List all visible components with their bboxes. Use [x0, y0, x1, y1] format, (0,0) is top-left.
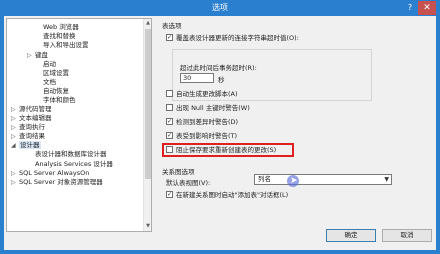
- ok-button[interactable]: 确定: [326, 229, 376, 242]
- tree-item-label: 启动: [43, 60, 56, 68]
- title-bar: 选项 ? ✕: [0, 0, 440, 16]
- tree-item-label: 查询执行: [19, 123, 45, 131]
- warn-tables-affected-label: 表受到影响时警告(T): [176, 132, 238, 140]
- auto-generate-label: 自动生成更改脚本(A): [176, 90, 238, 98]
- warn-tables-affected-option[interactable]: ✓ 表受到影响时警告(T): [166, 131, 237, 141]
- tree-item[interactable]: 自动恢复: [35, 87, 69, 96]
- tree-item[interactable]: ▷ 源代码管理: [11, 105, 52, 114]
- table-options-header: 表选项: [162, 22, 182, 30]
- tree-item-label: 设计器: [19, 141, 41, 149]
- expand-toggle-icon[interactable]: ▷: [11, 169, 19, 178]
- tree-item[interactable]: 区域设置: [35, 69, 69, 78]
- help-button[interactable]: ?: [404, 2, 416, 14]
- mouse-pointer-icon: ➤: [290, 176, 298, 186]
- tree-item-label: 区域设置: [43, 69, 69, 77]
- auto-add-related-checkbox[interactable]: ✓: [166, 190, 173, 198]
- expand-toggle-icon[interactable]: ▷: [11, 114, 19, 123]
- tree-item-label: 键盘: [35, 51, 48, 59]
- scroll-down-icon[interactable]: ▼: [144, 222, 151, 231]
- options-dialog: 选项 ? ✕ Web 浏览器 查找和替换 导入和导出设置 ▷ 键盘 启动 区域设置 文档 自动恢…: [0, 0, 440, 254]
- options-pane: 表选项 ✓ 覆盖表设计器更新的连接字符串超时值(O): 超过此时间后事务超时(R)…: [156, 16, 436, 238]
- options-tree[interactable]: Web 浏览器 查找和替换 导入和导出设置 ▷ 键盘 启动 区域设置 文档 自动恢复 字体和颜色 ▷…: [6, 18, 152, 232]
- tree-item[interactable]: ▷ 查询执行: [11, 123, 45, 132]
- tree-item-label: 字体和颜色: [43, 96, 76, 104]
- tree-item-label: 查找和替换: [43, 32, 76, 40]
- tree-item[interactable]: ▷ 文本编辑器: [11, 114, 52, 123]
- override-timeout-option[interactable]: ✓ 覆盖表设计器更新的连接字符串超时值(O):: [166, 33, 299, 43]
- tree-item-label: 导入和导出设置: [43, 41, 89, 49]
- auto-add-related-option[interactable]: ✓ 在新建关系图时启动"添加表"对话框(L): [166, 190, 288, 200]
- tree-item[interactable]: 字体和颜色: [35, 96, 76, 105]
- tree-item-label: 源代码管理: [19, 105, 52, 113]
- warn-null-pk-option[interactable]: 出现 Null 主键时警告(W): [166, 103, 250, 113]
- tree-item-label: SQL Server AlwaysOn: [19, 169, 90, 177]
- auto-generate-option[interactable]: 自动生成更改脚本(A): [166, 89, 238, 99]
- expand-toggle-icon[interactable]: ▷: [11, 123, 19, 132]
- tree-item[interactable]: ▷ SQL Server 对象资源管理器: [11, 178, 103, 187]
- default-table-view-select[interactable]: 列名 ▼: [254, 174, 392, 185]
- default-table-view-label: 默认表视图(V):: [166, 179, 211, 187]
- cancel-button[interactable]: 取消: [382, 229, 432, 242]
- timeout-unit: 秒: [218, 76, 225, 84]
- prevent-save-label: 阻止保存要求重新创建表的更改(S): [176, 146, 277, 154]
- tree-item[interactable]: 表设计器和数据库设计器: [27, 150, 107, 159]
- tree-item-label: 文档: [43, 78, 56, 86]
- tree-item-label: 表设计器和数据库设计器: [35, 150, 107, 158]
- scroll-up-icon[interactable]: ▲: [144, 19, 151, 28]
- tree-item-label: 自动恢复: [43, 87, 69, 95]
- prevent-save-checkbox[interactable]: [166, 145, 173, 153]
- tree-item[interactable]: 导入和导出设置: [35, 41, 89, 50]
- default-table-view-value: 列名: [258, 175, 271, 183]
- tree-item[interactable]: ▷ SQL Server AlwaysOn: [11, 169, 89, 178]
- tree-scrollbar[interactable]: ▲ ▼: [143, 19, 151, 231]
- warn-diff-label: 检测到差异时警告(D): [176, 118, 239, 126]
- tree-item-label: SQL Server 对象资源管理器: [19, 178, 103, 186]
- expand-toggle-icon[interactable]: ▷: [27, 51, 35, 60]
- tree-item-label: 文本编辑器: [19, 114, 52, 122]
- auto-add-related-label: 在新建关系图时启动"添加表"对话框(L): [176, 191, 289, 199]
- tree-item-label: Analysis Services 设计器: [35, 160, 113, 168]
- tree-item-label: 查询结果: [19, 132, 45, 140]
- close-button[interactable]: ✕: [418, 1, 436, 15]
- timeout-input[interactable]: 30: [180, 73, 214, 83]
- tree-item[interactable]: ▷ 键盘: [27, 51, 48, 60]
- dialog-title: 选项: [212, 3, 228, 12]
- tree-item[interactable]: ▷ 查询结果: [11, 132, 45, 141]
- scroll-thumb[interactable]: [145, 29, 151, 179]
- expand-toggle-icon[interactable]: ▷: [11, 132, 19, 141]
- expand-toggle-icon[interactable]: ◢: [11, 141, 19, 150]
- tree-item[interactable]: ◢ 设计器: [11, 141, 41, 150]
- auto-generate-checkbox[interactable]: [166, 89, 173, 97]
- prevent-save-option[interactable]: 阻止保存要求重新创建表的更改(S): [166, 145, 276, 155]
- tree-item[interactable]: 查找和替换: [35, 32, 76, 41]
- override-timeout-label: 覆盖表设计器更新的连接字符串超时值(O):: [176, 34, 299, 42]
- tree-item[interactable]: 文档: [35, 78, 56, 87]
- chevron-down-icon[interactable]: ▼: [384, 175, 389, 184]
- warn-tables-affected-checkbox[interactable]: ✓: [166, 131, 173, 139]
- tree-item[interactable]: 启动: [35, 60, 56, 69]
- warn-diff-checkbox[interactable]: ✓: [166, 117, 173, 125]
- expand-toggle-icon[interactable]: ▷: [11, 178, 19, 187]
- override-timeout-checkbox[interactable]: ✓: [166, 33, 173, 41]
- warn-diff-option[interactable]: ✓ 检测到差异时警告(D): [166, 117, 238, 127]
- tree-item-label: Web 浏览器: [43, 23, 79, 31]
- warn-null-pk-checkbox[interactable]: [166, 103, 173, 111]
- dialog-client-area: Web 浏览器 查找和替换 导入和导出设置 ▷ 键盘 启动 区域设置 文档 自动恢复 字体和颜色 ▷…: [4, 16, 436, 250]
- timeout-label: 超过此时间后事务超时(R):: [180, 64, 257, 72]
- expand-toggle-icon[interactable]: ▷: [11, 105, 19, 114]
- tree-item[interactable]: Analysis Services 设计器: [27, 160, 113, 169]
- diagram-options-header: 关系图选项: [162, 168, 195, 176]
- warn-null-pk-label: 出现 Null 主键时警告(W): [176, 104, 250, 112]
- tree-item[interactable]: Web 浏览器: [35, 23, 79, 32]
